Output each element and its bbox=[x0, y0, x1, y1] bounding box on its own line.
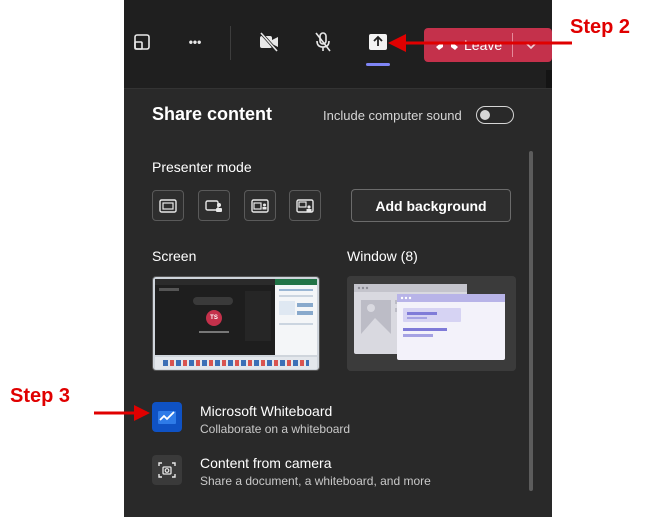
screen-thumb-taskbar bbox=[155, 357, 317, 369]
share-content-panel: Share content Include computer sound Pre… bbox=[124, 88, 552, 517]
add-background-button[interactable]: Add background bbox=[351, 189, 511, 222]
presenter-mode-label: Presenter mode bbox=[152, 159, 252, 175]
screen-label: Screen bbox=[152, 248, 197, 264]
screen-thumbnail[interactable]: TS bbox=[152, 276, 320, 371]
include-sound-toggle[interactable] bbox=[476, 106, 514, 124]
content-only-mode-button[interactable] bbox=[152, 190, 184, 221]
standout-mode-button[interactable] bbox=[198, 190, 230, 221]
whiteboard-icon bbox=[152, 402, 182, 432]
toggle-knob bbox=[480, 109, 490, 120]
content-only-icon bbox=[159, 198, 177, 213]
reporter-icon bbox=[296, 198, 314, 213]
screen-thumb-meeting: TS bbox=[155, 279, 275, 355]
window-label: Window (8) bbox=[347, 248, 418, 264]
window-thumbnail[interactable] bbox=[347, 276, 516, 371]
share-content-title: Share content bbox=[152, 104, 273, 124]
camera-option-title: Content from camera bbox=[200, 455, 332, 471]
camera-option-subtitle: Share a document, a whiteboard, and more bbox=[200, 474, 431, 488]
standout-icon bbox=[205, 199, 222, 212]
step3-annotation: Step 3 bbox=[10, 385, 71, 407]
include-sound-label: Include computer sound bbox=[323, 108, 462, 123]
window-illustration bbox=[347, 276, 516, 371]
reporter-mode-button[interactable] bbox=[289, 190, 321, 221]
whiteboard-title: Microsoft Whiteboard bbox=[200, 403, 333, 419]
screen-thumb-spreadsheet bbox=[275, 279, 317, 355]
panel-scrollbar[interactable] bbox=[529, 151, 533, 491]
step2-annotation: Step 2 bbox=[570, 16, 631, 38]
step3-arrow bbox=[94, 405, 150, 421]
more-label: ••• bbox=[188, 35, 202, 49]
share-active-indicator bbox=[366, 63, 390, 66]
teams-meeting-window: ••• Leave Share content Include computer… bbox=[124, 0, 552, 517]
whiteboard-subtitle: Collaborate on a whiteboard bbox=[200, 422, 351, 436]
screen-thumb-avatar: TS bbox=[206, 310, 222, 326]
mic-off-icon[interactable] bbox=[311, 30, 335, 54]
more-icon[interactable]: ••• bbox=[180, 30, 210, 54]
camera-capture-icon bbox=[152, 455, 182, 485]
step2-arrow bbox=[388, 34, 572, 52]
content-from-camera-option[interactable]: Content from camera Share a document, a … bbox=[144, 449, 524, 493]
view-icon[interactable] bbox=[130, 30, 154, 54]
toolbar-divider bbox=[230, 26, 231, 60]
whiteboard-option[interactable]: Microsoft Whiteboard Collaborate on a wh… bbox=[144, 397, 524, 441]
camera-off-icon[interactable] bbox=[257, 30, 281, 54]
side-by-side-icon bbox=[251, 198, 269, 213]
side-by-side-mode-button[interactable] bbox=[244, 190, 276, 221]
